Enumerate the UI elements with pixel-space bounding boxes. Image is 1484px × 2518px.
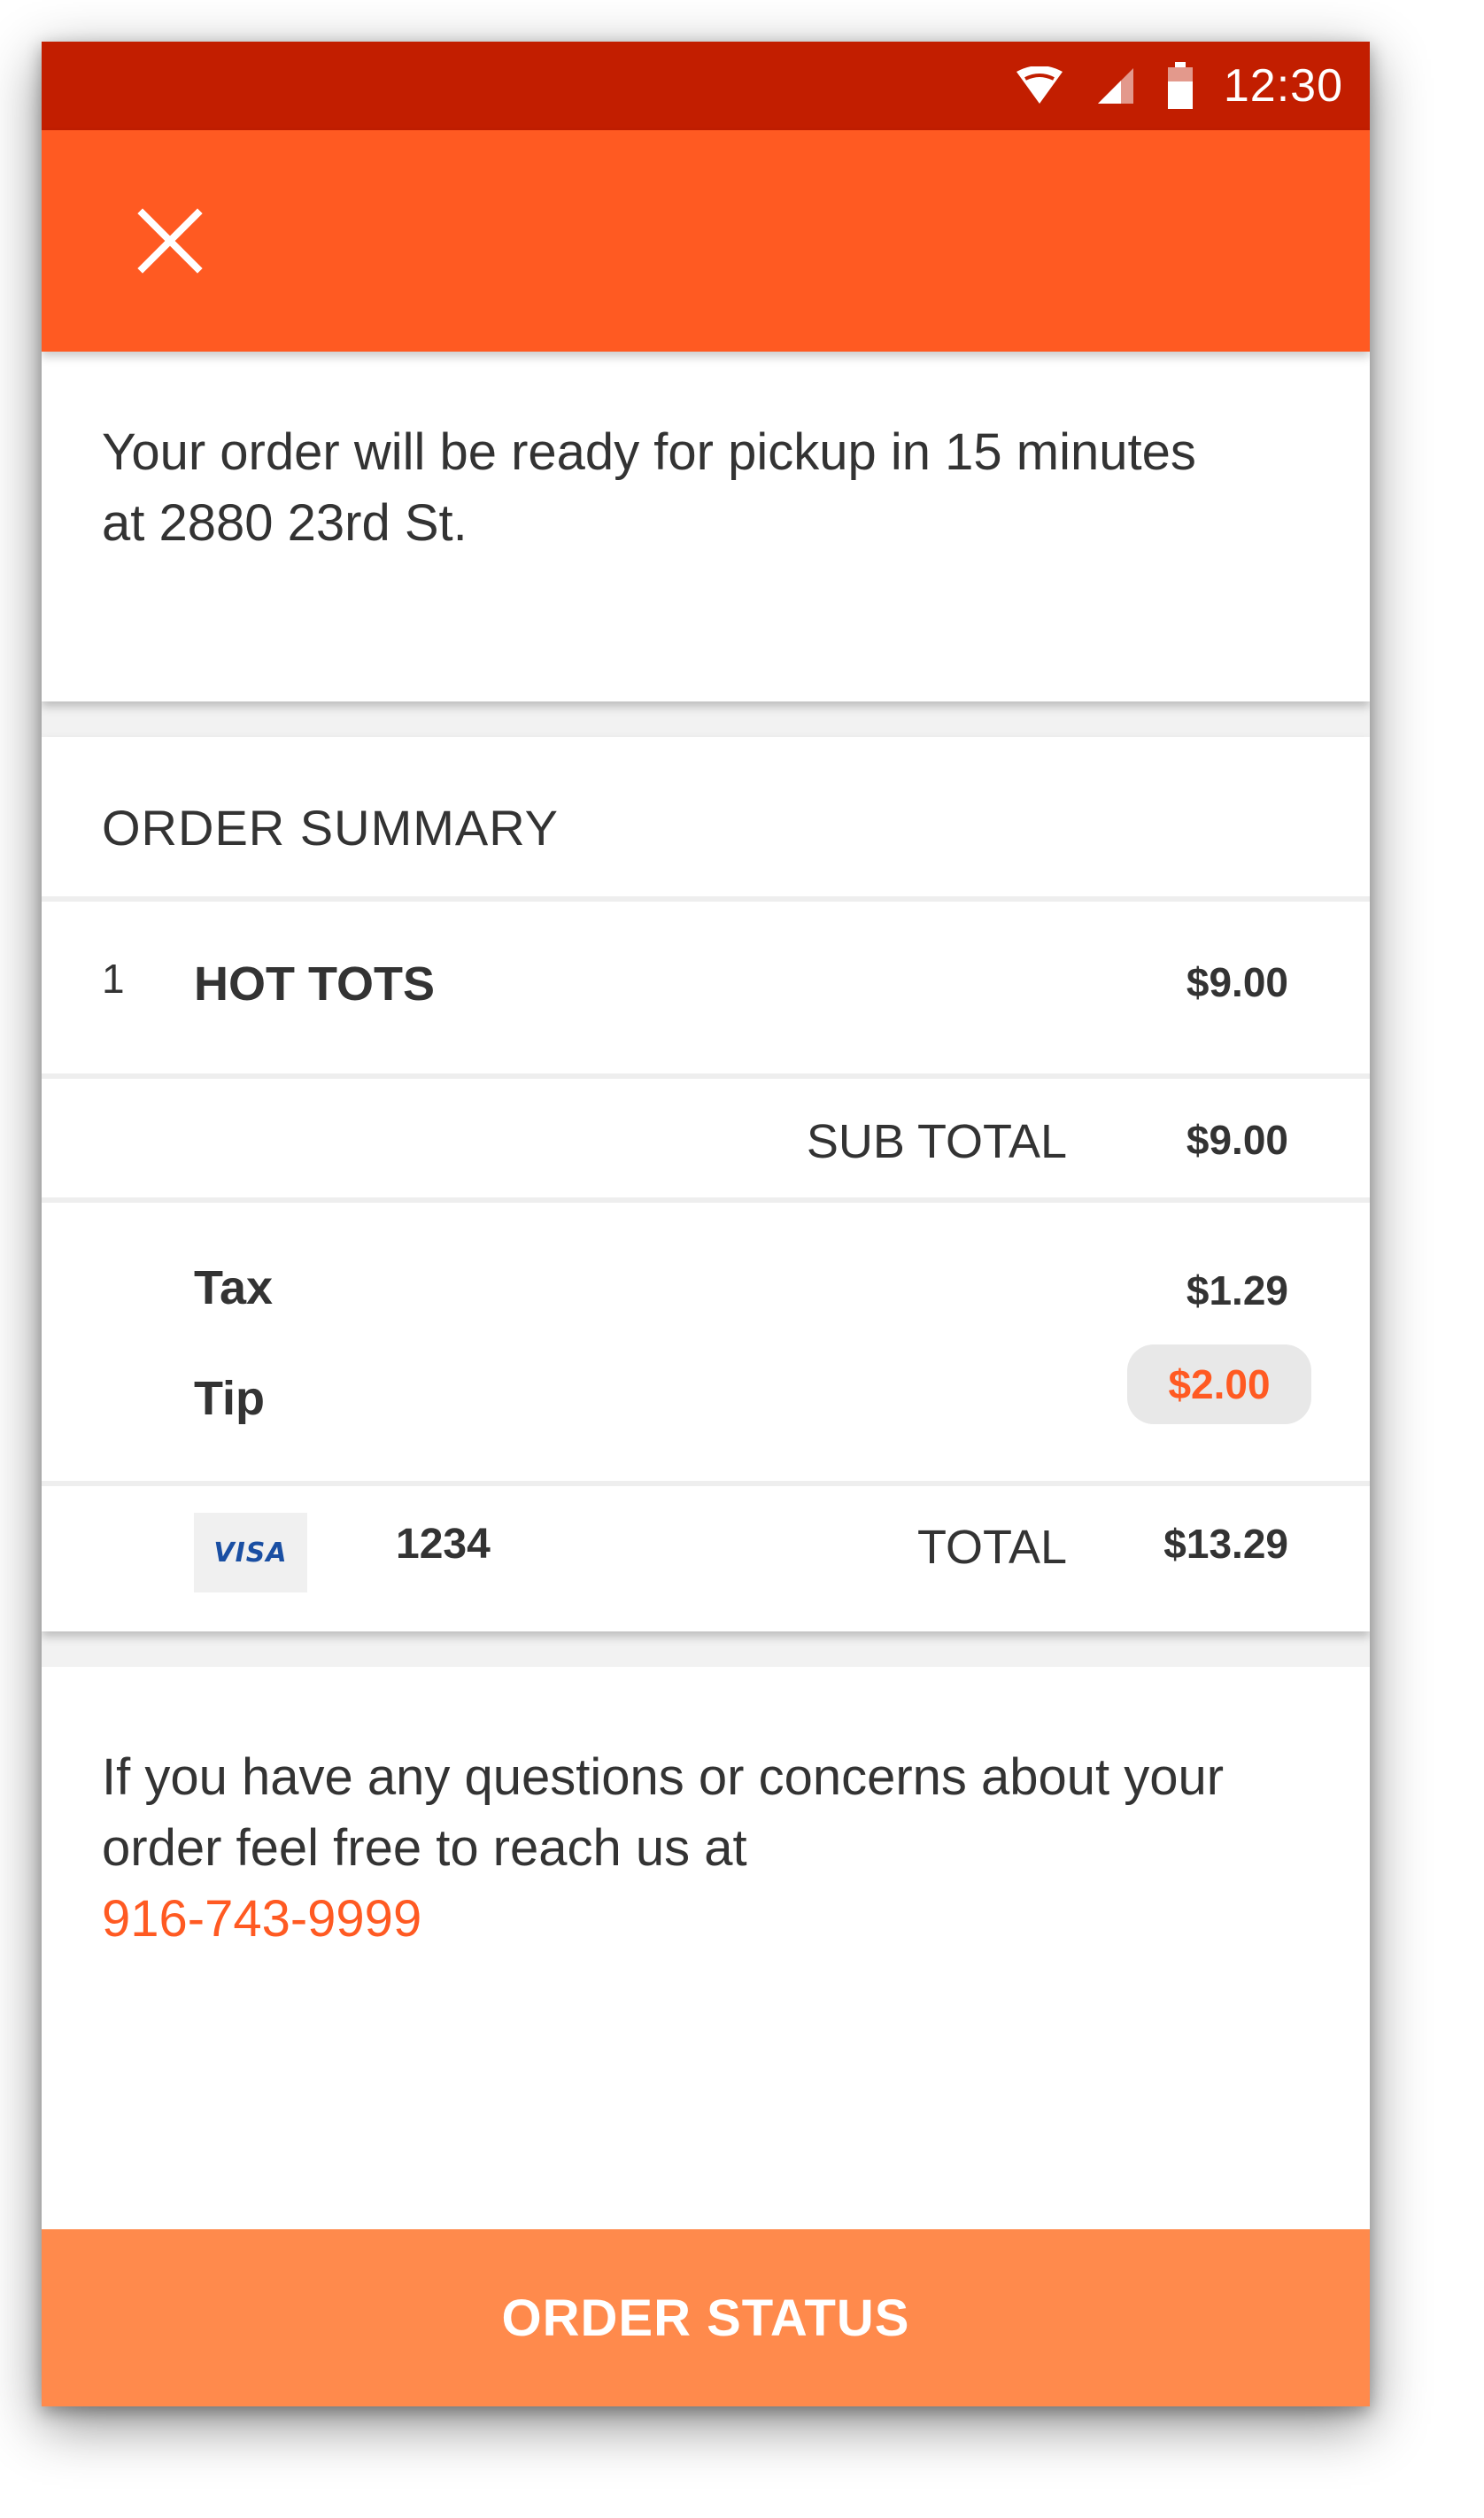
battery-icon: [1167, 62, 1194, 110]
order-summary-title: ORDER SUMMARY: [102, 800, 560, 856]
close-button[interactable]: [121, 192, 219, 290]
phone-link[interactable]: 916-743-9999: [102, 1884, 421, 1955]
app-bar: [42, 130, 1370, 352]
subtotal-label: SUB TOTAL: [806, 1115, 1067, 1168]
total-label: TOTAL: [916, 1521, 1067, 1574]
order-status-button[interactable]: ORDER STATUS: [42, 2229, 1370, 2406]
phone-screen: 12:30 Your order will be ready for picku…: [42, 42, 1370, 2406]
wifi-icon: [1015, 66, 1064, 105]
total-row: VISA 1234 TOTAL $13.29: [42, 1481, 1370, 1631]
tax-label: Tax: [194, 1261, 274, 1314]
contact-message: If you have any questions or concerns ab…: [102, 1748, 1225, 1877]
item-price: $9.00: [1186, 959, 1288, 1005]
subtotal-row: SUB TOTAL $9.00: [42, 1073, 1370, 1197]
tax-tip-row: Tax $1.29 Tip $2.00: [42, 1197, 1370, 1481]
signal-icon: [1094, 65, 1137, 107]
tax-value: $1.29: [1186, 1267, 1288, 1313]
pickup-card: Your order will be ready for pickup in 1…: [42, 352, 1370, 701]
card-last4: 1234: [396, 1521, 491, 1568]
item-name: HOT TOTS: [194, 957, 436, 1011]
status-bar: 12:30: [42, 42, 1370, 130]
subtotal-value: $9.00: [1186, 1117, 1288, 1163]
status-icons: 12:30: [1015, 42, 1343, 130]
status-time: 12:30: [1223, 60, 1343, 112]
visa-card-icon: VISA: [194, 1513, 307, 1592]
contact-message-block: If you have any questions or concerns ab…: [102, 1742, 1324, 1955]
contact-section: If you have any questions or concerns ab…: [42, 1667, 1370, 2269]
order-summary-card: ORDER SUMMARY 1 HOT TOTS $9.00 SUB TOTAL…: [42, 737, 1370, 1631]
close-icon: [137, 208, 203, 274]
total-value: $13.29: [1163, 1521, 1288, 1567]
order-item-row: 1 HOT TOTS $9.00: [42, 896, 1370, 1073]
item-quantity: 1: [102, 956, 125, 1002]
pickup-message: Your order will be ready for pickup in 1…: [102, 423, 1196, 552]
tip-label: Tip: [194, 1372, 265, 1425]
tip-button[interactable]: $2.00: [1127, 1344, 1311, 1424]
